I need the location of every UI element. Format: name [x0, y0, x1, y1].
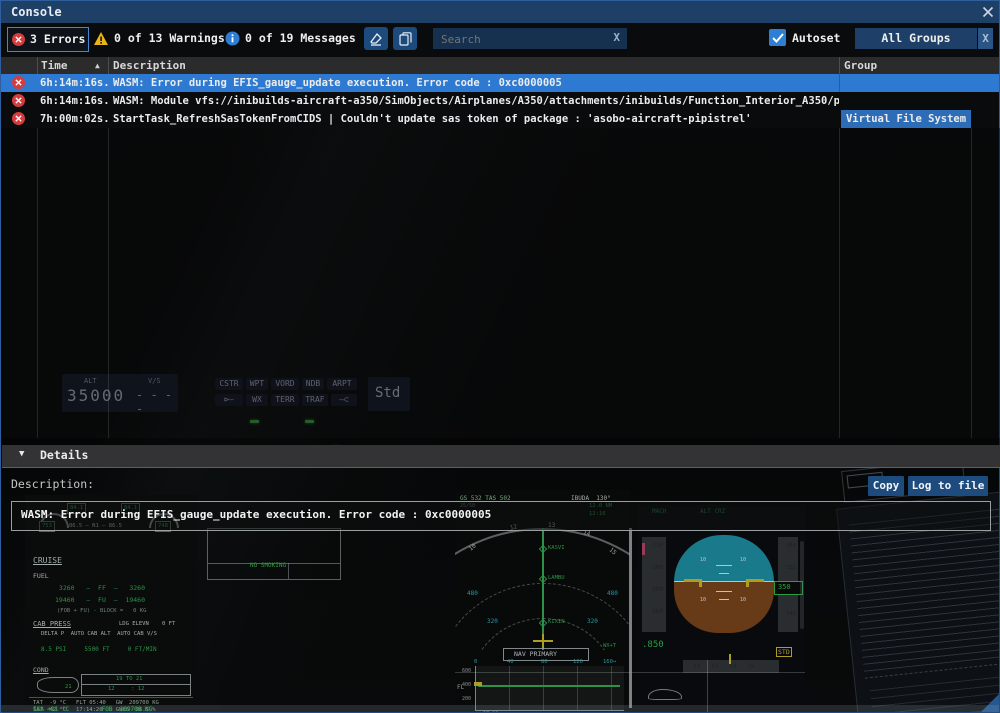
sort-ascending-icon[interactable]: ▲: [95, 57, 100, 74]
window-title: Console: [11, 1, 62, 23]
log-row[interactable]: 7h:00m:02s. StartTask_RefreshSasTokenFro…: [1, 110, 999, 128]
messages-label: 0 of 19 Messages: [245, 27, 356, 50]
row-description: WASM: Module vfs://inibuilds-aircraft-a3…: [113, 92, 839, 110]
clear-console-button[interactable]: [364, 27, 388, 50]
table-empty-area[interactable]: [2, 128, 1000, 438]
close-icon[interactable]: [982, 6, 994, 18]
log-row[interactable]: 6h:14m:16s. WASM: Module vfs://inibuilds…: [1, 92, 999, 110]
groups-filter-dropdown[interactable]: All Groups: [855, 28, 977, 49]
groups-clear-button[interactable]: X: [978, 28, 993, 49]
row-description: StartTask_RefreshSasTokenFromCIDS | Coul…: [113, 110, 839, 128]
search-field[interactable]: X: [433, 28, 627, 49]
column-header-group[interactable]: Group: [844, 57, 877, 74]
toolbar: 3 Errors 0 of 13 Warnings 0 of 19 Messag…: [1, 23, 999, 57]
log-row-selected[interactable]: 6h:14m:16s. WASM: Error during EFIS_gaug…: [1, 74, 999, 92]
description-text: WASM: Error during EFIS_gauge_update exe…: [21, 508, 491, 521]
column-divider[interactable]: [839, 57, 840, 74]
panel-splitter[interactable]: [2, 438, 1000, 445]
row-description: WASM: Error during EFIS_gauge_update exe…: [113, 74, 991, 92]
row-time: 6h:14m:16s.: [40, 74, 109, 92]
copy-button[interactable]: Copy: [868, 476, 904, 496]
console-window: Console 3 Errors 0 of 13 Warnings: [0, 0, 1000, 713]
autoset-checkbox[interactable]: [769, 29, 786, 46]
log-to-file-button[interactable]: Log to file: [908, 476, 988, 496]
errors-label: 3 Errors: [30, 28, 85, 51]
screen: ALT 35000 V/S - - - - CSTR WPT VORD NDB …: [0, 0, 1000, 713]
error-icon: [12, 76, 25, 89]
checkmark-icon: [772, 33, 784, 43]
warning-icon: [93, 31, 109, 46]
collapse-triangle-icon[interactable]: ▼: [19, 449, 24, 459]
eraser-icon: [369, 32, 383, 46]
column-header-time[interactable]: Time: [41, 57, 68, 74]
autoset-label: Autoset: [792, 27, 840, 50]
search-input[interactable]: [439, 28, 603, 51]
row-group-badge: Virtual File System: [841, 110, 971, 128]
copy-log-button[interactable]: [393, 27, 417, 50]
column-divider: [37, 128, 38, 438]
errors-filter-button[interactable]: 3 Errors: [7, 27, 89, 52]
search-clear-button[interactable]: X: [613, 31, 620, 44]
error-icon: [12, 33, 25, 46]
error-icon: [12, 94, 25, 107]
column-divider: [839, 128, 840, 438]
details-header[interactable]: ▼ Details: [2, 445, 1000, 468]
row-time: 6h:14m:16s.: [40, 92, 109, 110]
warnings-label: 0 of 13 Warnings: [114, 27, 225, 50]
description-box[interactable]: WASM: Error during EFIS_gauge_update exe…: [11, 501, 991, 531]
column-divider: [108, 128, 109, 438]
copy-document-icon: [399, 32, 412, 46]
details-title: Details: [40, 448, 88, 462]
table-header: Time ▲ Description Group: [1, 57, 999, 74]
info-icon: [225, 31, 240, 46]
title-bar[interactable]: Console: [1, 1, 999, 23]
details-panel: ▼ Details Description: Copy Log to file …: [2, 445, 1000, 713]
error-icon: [12, 112, 25, 125]
description-label: Description:: [11, 477, 94, 491]
column-divider: [839, 74, 840, 92]
warnings-filter-button[interactable]: 0 of 13 Warnings: [93, 27, 225, 50]
messages-filter-button[interactable]: 0 of 19 Messages: [225, 27, 356, 50]
groups-filter-value: All Groups: [855, 28, 977, 49]
window-bottom-edge[interactable]: [1, 705, 999, 712]
column-header-description[interactable]: Description: [113, 57, 186, 74]
column-divider[interactable]: [37, 57, 38, 74]
column-divider[interactable]: [108, 57, 109, 74]
row-time: 7h:00m:02s.: [40, 110, 109, 128]
column-divider: [971, 128, 972, 438]
